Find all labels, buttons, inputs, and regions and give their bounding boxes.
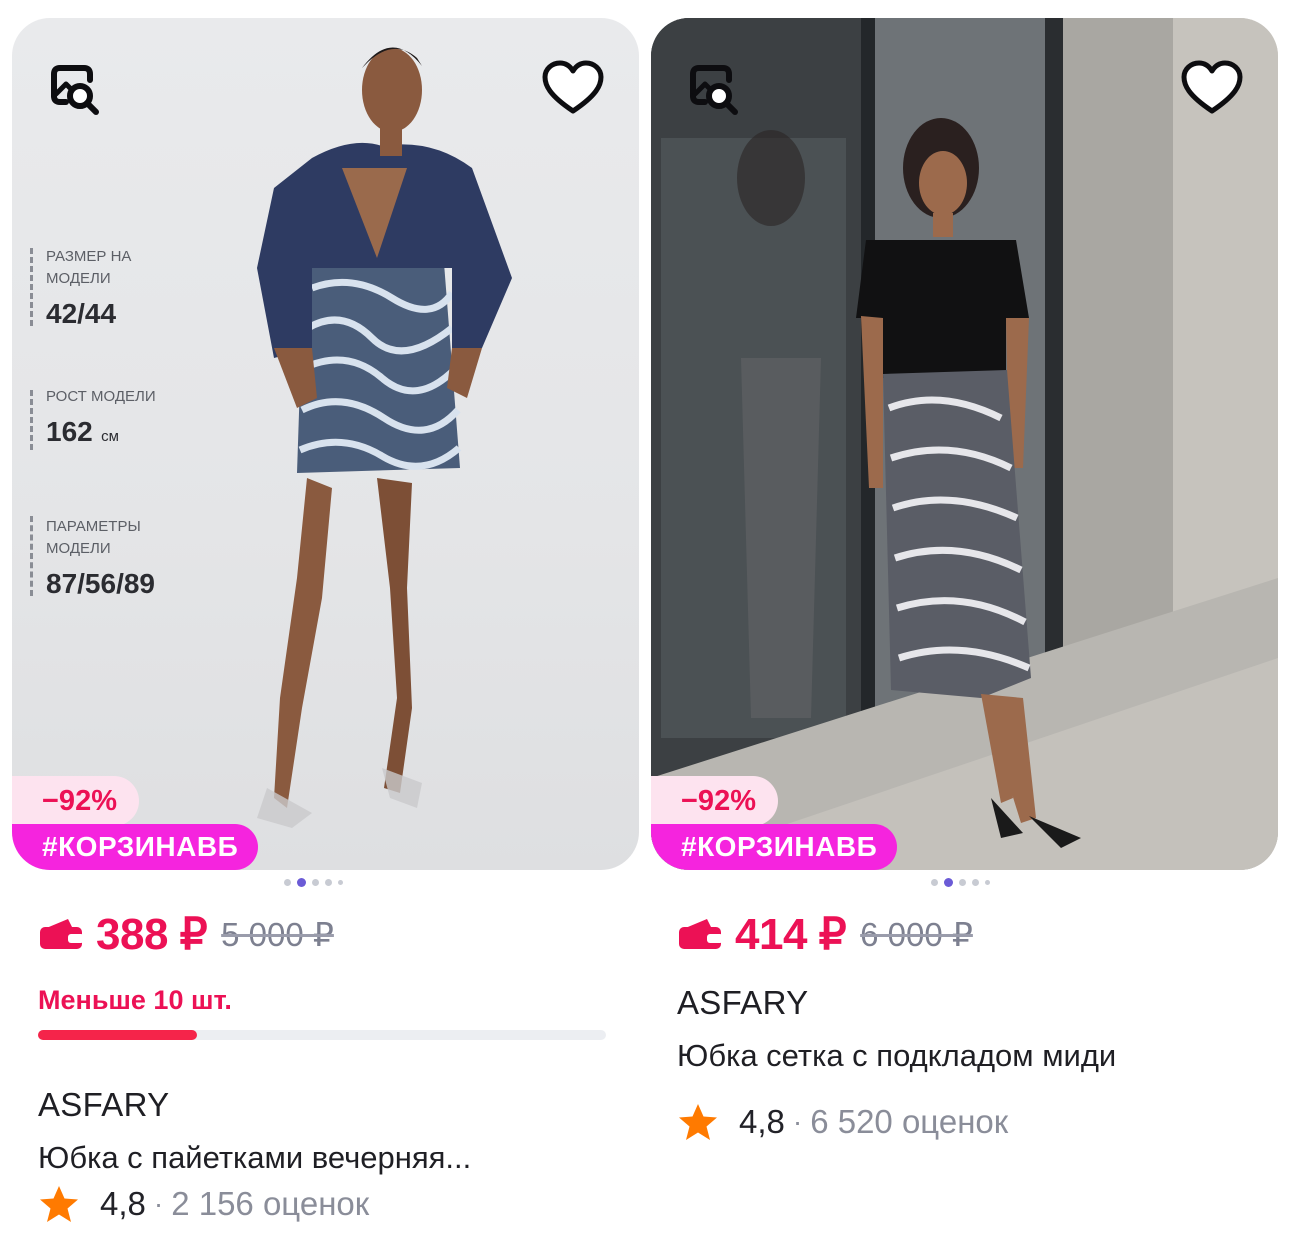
promo-tag-badge: #КОРЗИНАВБ (12, 824, 259, 870)
overlay-unit: см (101, 428, 119, 445)
product-card[interactable]: −92% #КОРЗИНАВБ 414 ₽ 6 000 ₽ ASFARY Юбк… (651, 18, 1278, 1246)
image-search-icon (51, 65, 99, 115)
pagination-dot (312, 879, 319, 886)
product-title[interactable]: Юбка с пайетками вечерняя... (38, 1140, 471, 1176)
favorite-button[interactable] (1176, 52, 1248, 124)
heart-icon (542, 60, 604, 114)
current-price: 414 ₽ (735, 909, 847, 959)
price-row: 414 ₽ 6 000 ₽ (677, 908, 973, 960)
reviews-count: 6 520 оценок (810, 1103, 1009, 1140)
image-search-icon (690, 65, 738, 115)
price-row: 388 ₽ 5 000 ₽ (38, 908, 334, 960)
star-icon (40, 1186, 78, 1222)
pagination-dot-active (944, 878, 953, 887)
product-photo[interactable]: РАЗМЕР НА МОДЕЛИ 42/44 РОСТ МОДЕЛИ 162 с… (12, 18, 639, 870)
product-card[interactable]: РАЗМЕР НА МОДЕЛИ 42/44 РОСТ МОДЕЛИ 162 с… (12, 18, 639, 1246)
pagination-dot (972, 879, 979, 886)
pagination-dot (338, 880, 343, 885)
stock-progress-fill (38, 1030, 198, 1040)
rating-value: 4,8 (100, 1185, 146, 1222)
model-photo (651, 18, 1278, 870)
brand-name[interactable]: ASFARY (38, 1086, 169, 1124)
rating-value: 4,8 (739, 1103, 785, 1140)
pagination-dot (325, 879, 332, 886)
photo-pagination (284, 878, 343, 887)
wallet-icon (679, 919, 723, 949)
pagination-dot (931, 879, 938, 886)
overlay-label: РОСТ МОДЕЛИ (46, 388, 156, 405)
rating-separator: · (792, 1106, 803, 1137)
star-icon (679, 1104, 717, 1140)
favorite-button[interactable] (537, 52, 609, 124)
rating-separator: · (153, 1188, 164, 1219)
product-title[interactable]: Юбка сетка с подкладом миди (677, 1038, 1116, 1074)
photo-pagination (931, 878, 990, 887)
stock-progress-bar (38, 1030, 606, 1040)
overlay-label: ПАРАМЕТРЫ МОДЕЛИ (46, 518, 141, 557)
reviews-count: 2 156 оценок (171, 1185, 370, 1222)
promo-tag-badge: #КОРЗИНАВБ (651, 824, 898, 870)
heart-icon (1181, 60, 1243, 114)
overlay-value: 42/44 (46, 298, 117, 329)
pagination-dot-active (297, 878, 306, 887)
discount-badge: −92% (651, 776, 778, 826)
pagination-dot (959, 879, 966, 886)
image-search-button[interactable] (36, 52, 108, 124)
product-photo[interactable]: −92% #КОРЗИНАВБ (651, 18, 1278, 870)
wallet-icon (40, 919, 84, 949)
old-price: 5 000 ₽ (221, 915, 334, 953)
brand-name[interactable]: ASFARY (677, 984, 808, 1022)
old-price: 6 000 ₽ (860, 915, 973, 953)
image-search-button[interactable] (675, 52, 747, 124)
pagination-dot (284, 879, 291, 886)
pagination-dot (985, 880, 990, 885)
rating-row[interactable]: 4,8 · 2 156 оценок (38, 1184, 369, 1224)
overlay-value: 162 (46, 416, 93, 447)
stock-warning: Меньше 10 шт. (38, 985, 232, 1015)
current-price: 388 ₽ (96, 909, 208, 959)
overlay-value: 87/56/89 (46, 568, 155, 599)
rating-row[interactable]: 4,8 · 6 520 оценок (677, 1102, 1008, 1142)
discount-badge: −92% (12, 776, 139, 826)
overlay-label: РАЗМЕР НА МОДЕЛИ (46, 248, 132, 287)
